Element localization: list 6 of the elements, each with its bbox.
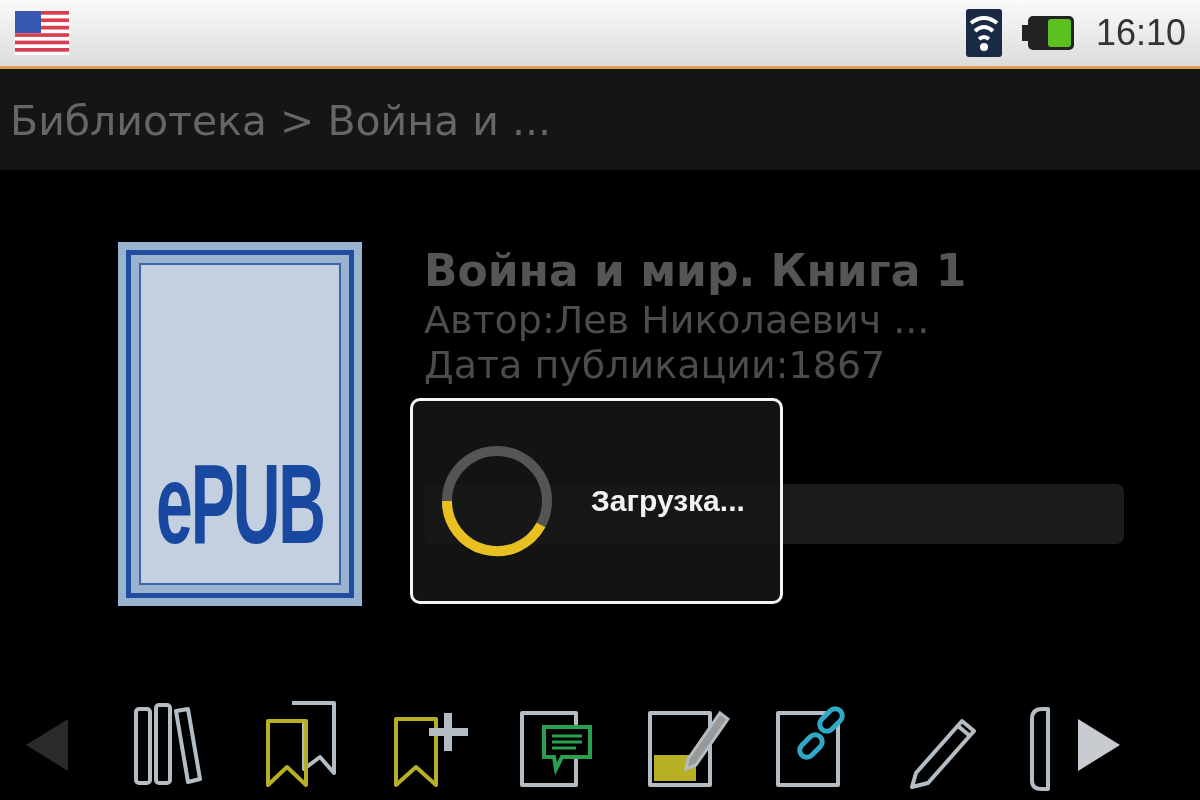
publication-date: Дата публикации:1867 xyxy=(424,344,887,388)
cover-logo-text: ePUB xyxy=(155,440,325,569)
book-author: Автор:Лев Николаевич ... xyxy=(424,298,931,343)
clock-time: 16:10 xyxy=(1095,12,1186,54)
book-title: Война и мир. Книга 1 xyxy=(424,246,968,297)
loading-message: Загрузка... xyxy=(591,484,745,518)
